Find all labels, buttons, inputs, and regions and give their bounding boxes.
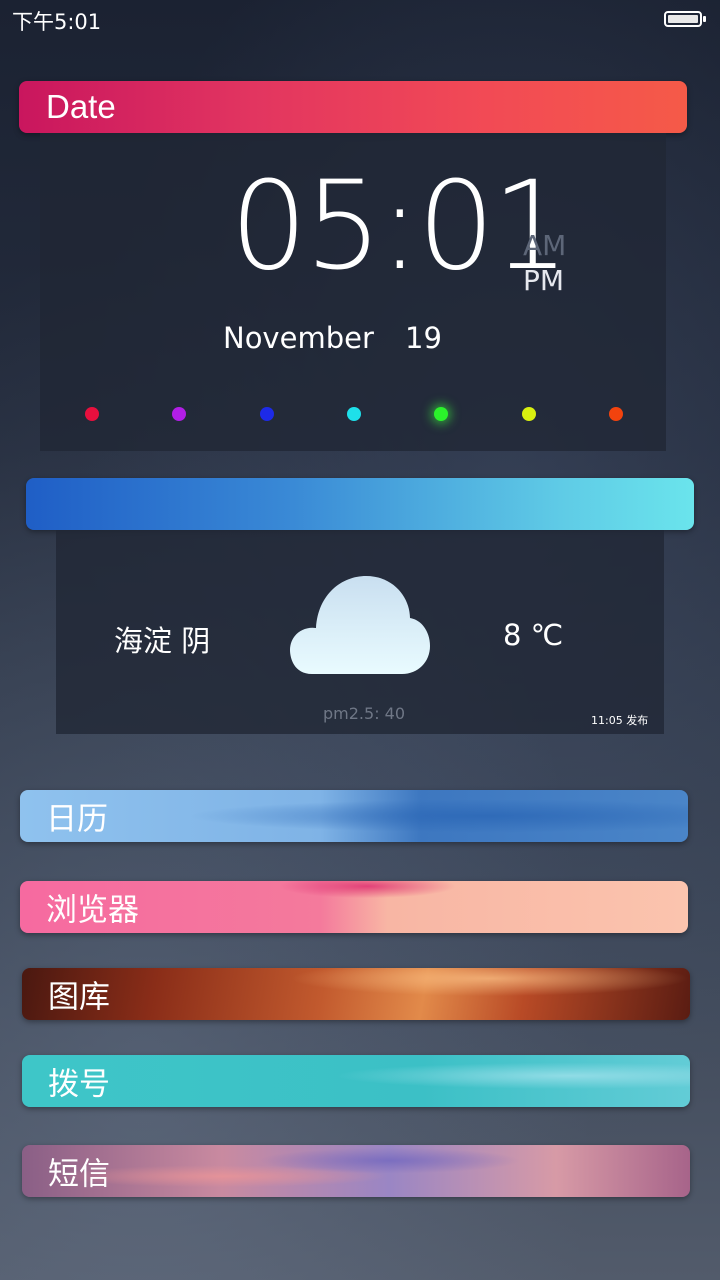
- app-dialer-button[interactable]: 拨号: [22, 1055, 690, 1107]
- app-sms-button[interactable]: 短信: [22, 1145, 690, 1197]
- color-dot: [434, 407, 449, 421]
- color-dot: [608, 407, 623, 421]
- pm25-value: pm2.5: 40: [323, 704, 406, 723]
- app-browser-label: 浏览器: [46, 892, 139, 929]
- weather-card: 海淀 阴 8 ℃ pm2.5: 40 11:05 发布: [56, 530, 664, 734]
- weather-temperature: 8 ℃: [503, 618, 564, 652]
- app-calendar-button[interactable]: 日历: [20, 790, 688, 842]
- color-dot: [85, 407, 99, 421]
- date-day: 19: [405, 321, 442, 355]
- color-dot: [259, 407, 274, 421]
- date-month: November: [223, 321, 374, 355]
- app-gallery-button[interactable]: 图库: [22, 968, 690, 1020]
- am-indicator: AM: [523, 229, 567, 262]
- color-dot: [521, 407, 536, 421]
- app-sms-label: 短信: [48, 1156, 110, 1193]
- weather-publish-time: 11:05 发布: [591, 714, 649, 727]
- color-dot: [172, 407, 187, 421]
- app-calendar-label: 日历: [46, 801, 108, 838]
- date-banner-label: Date: [46, 88, 116, 125]
- weather-banner[interactable]: [26, 478, 694, 530]
- app-browser-button[interactable]: 浏览器: [20, 881, 688, 933]
- color-dot: [346, 407, 361, 421]
- cloud-icon: [290, 574, 430, 682]
- status-time: 下午5:01: [12, 10, 102, 34]
- pm-indicator: PM: [523, 264, 565, 297]
- app-dialer-label: 拨号: [48, 1066, 110, 1103]
- clock-time: 05:01: [230, 155, 570, 297]
- date-banner[interactable]: Date: [19, 81, 687, 133]
- weather-location: 海淀 阴: [114, 624, 211, 658]
- clock-card: 05:01 AM PM November 19: [40, 133, 666, 451]
- app-gallery-label: 图库: [48, 979, 110, 1016]
- battery-icon: [664, 11, 706, 27]
